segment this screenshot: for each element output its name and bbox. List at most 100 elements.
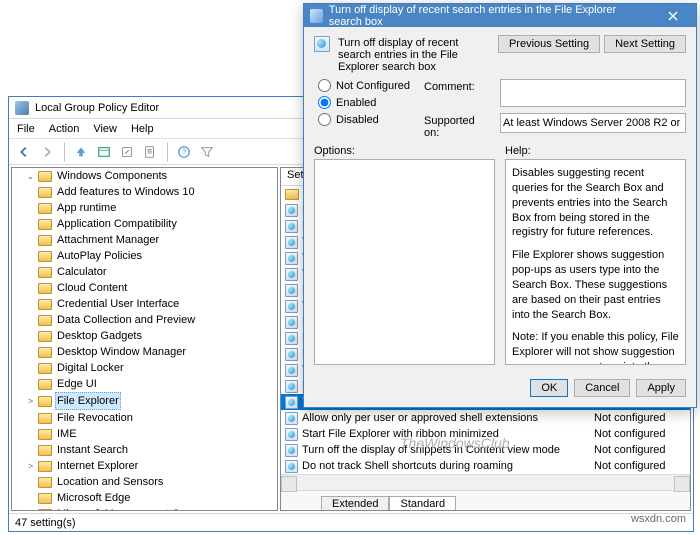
expand-icon[interactable]: >	[26, 397, 35, 406]
radio-disabled[interactable]: Disabled	[318, 113, 410, 126]
tree-item[interactable]: Desktop Window Manager	[26, 344, 277, 360]
setting-row[interactable]: Do not track Shell shortcuts during roam…	[281, 458, 690, 474]
gpe-app-icon	[15, 101, 29, 115]
menu-view[interactable]: View	[93, 123, 117, 135]
policy-dialog: Turn off display of recent search entrie…	[303, 3, 697, 408]
expand-icon[interactable]	[26, 478, 35, 487]
setting-icon	[285, 284, 298, 297]
setting-icon	[285, 236, 298, 249]
expand-icon[interactable]: >	[26, 462, 35, 471]
nav-tree[interactable]: ⌄ Windows Components Add features to Win…	[11, 167, 278, 511]
tree-item[interactable]: Data Collection and Preview	[26, 312, 277, 328]
gpe-title-text: Local Group Policy Editor	[35, 102, 159, 114]
expand-icon[interactable]	[26, 348, 35, 357]
dlg-icon	[310, 9, 323, 23]
menu-action[interactable]: Action	[49, 123, 80, 135]
tree-item[interactable]: Edge UI	[26, 376, 277, 392]
expand-icon[interactable]	[26, 332, 35, 341]
tb-help-icon[interactable]: ?	[173, 142, 195, 162]
radio-not-configured[interactable]: Not Configured	[318, 79, 410, 92]
expand-icon[interactable]	[26, 284, 35, 293]
comment-field[interactable]	[500, 79, 686, 107]
tree-item[interactable]: Attachment Manager	[26, 232, 277, 248]
tree-item[interactable]: Application Compatibility	[26, 216, 277, 232]
watermark-center: TheWindowsClub	[400, 435, 510, 451]
apply-button[interactable]: Apply	[636, 379, 686, 397]
expand-icon[interactable]	[26, 188, 35, 197]
expand-icon[interactable]	[26, 414, 35, 423]
options-box[interactable]	[314, 159, 495, 365]
expand-icon[interactable]	[26, 510, 35, 512]
setting-icon	[285, 412, 298, 425]
setting-icon	[285, 444, 298, 457]
folder-icon	[38, 461, 52, 472]
state-radios: Not Configured Enabled Disabled	[314, 79, 410, 139]
tree-item[interactable]: Location and Sensors	[26, 474, 277, 490]
tree-item[interactable]: File Revocation	[26, 410, 277, 426]
setting-icon	[285, 428, 298, 441]
next-setting-button[interactable]: Next Setting	[604, 35, 686, 53]
tree-item[interactable]: Microsoft Management Co	[26, 506, 277, 511]
tb-props-icon[interactable]	[139, 142, 161, 162]
expand-icon[interactable]	[26, 268, 35, 277]
dlg-titlebar[interactable]: Turn off display of recent search entrie…	[304, 4, 696, 27]
tree-item[interactable]: Digital Locker	[26, 360, 277, 376]
watermark-corner: wsxdn.com	[631, 513, 686, 525]
expand-icon[interactable]	[26, 252, 35, 261]
tree-item[interactable]: Cloud Content	[26, 280, 277, 296]
tree-item[interactable]: Instant Search	[26, 442, 277, 458]
tree-item[interactable]: >Internet Explorer	[26, 458, 277, 474]
tree-item[interactable]: App runtime	[26, 200, 277, 216]
options-label: Options:	[314, 145, 495, 157]
expand-icon[interactable]	[26, 446, 35, 455]
h-scrollbar[interactable]	[281, 474, 690, 490]
tree-item[interactable]: Credential User Interface	[26, 296, 277, 312]
menu-file[interactable]: File	[17, 123, 35, 135]
tab-standard[interactable]: Standard	[389, 496, 456, 511]
setting-row[interactable]: Allow only per user or approved shell ex…	[281, 410, 690, 426]
collapse-icon[interactable]: ⌄	[26, 172, 35, 181]
radio-enabled[interactable]: Enabled	[318, 96, 410, 109]
tb-show-icon[interactable]	[93, 142, 115, 162]
expand-icon[interactable]	[26, 220, 35, 229]
tree-root[interactable]: ⌄ Windows Components	[26, 168, 277, 184]
tree-item[interactable]: Calculator	[26, 264, 277, 280]
tb-sep	[59, 142, 65, 162]
cancel-button[interactable]: Cancel	[574, 379, 630, 397]
expand-icon[interactable]	[26, 316, 35, 325]
folder-icon	[38, 429, 52, 440]
tab-extended[interactable]: Extended	[321, 496, 389, 511]
help-box[interactable]: Disables suggesting recent queries for t…	[505, 159, 686, 365]
tb-up-icon[interactable]	[70, 142, 92, 162]
expand-icon[interactable]	[26, 494, 35, 503]
tree-item[interactable]: Add features to Windows 10	[26, 184, 277, 200]
dlg-footer: OK Cancel Apply	[304, 373, 696, 407]
supported-label: Supported on:	[424, 113, 492, 139]
setting-icon	[285, 364, 298, 377]
folder-icon	[38, 331, 52, 342]
close-icon[interactable]	[655, 4, 690, 27]
tb-fwd-icon[interactable]	[36, 142, 58, 162]
setting-icon	[285, 204, 298, 217]
tb-export-icon[interactable]	[116, 142, 138, 162]
setting-icon	[285, 332, 298, 345]
tree-item[interactable]: IME	[26, 426, 277, 442]
folder-icon	[38, 413, 52, 424]
previous-setting-button[interactable]: Previous Setting	[498, 35, 600, 53]
expand-icon[interactable]	[26, 236, 35, 245]
menu-help[interactable]: Help	[131, 123, 154, 135]
expand-icon[interactable]	[26, 380, 35, 389]
expand-icon[interactable]	[26, 430, 35, 439]
expand-icon[interactable]	[26, 204, 35, 213]
expand-icon[interactable]	[26, 364, 35, 373]
tb-back-icon[interactable]	[13, 142, 35, 162]
tree-item[interactable]: >File Explorer	[26, 392, 277, 410]
expand-icon[interactable]	[26, 300, 35, 309]
tree-item[interactable]: Microsoft Edge	[26, 490, 277, 506]
ok-button[interactable]: OK	[530, 379, 568, 397]
tree-item[interactable]: AutoPlay Policies	[26, 248, 277, 264]
tb-filter-icon[interactable]	[196, 142, 218, 162]
tree-item[interactable]: Desktop Gadgets	[26, 328, 277, 344]
status-text: 47 setting(s)	[15, 517, 76, 529]
folder-icon	[38, 299, 52, 310]
